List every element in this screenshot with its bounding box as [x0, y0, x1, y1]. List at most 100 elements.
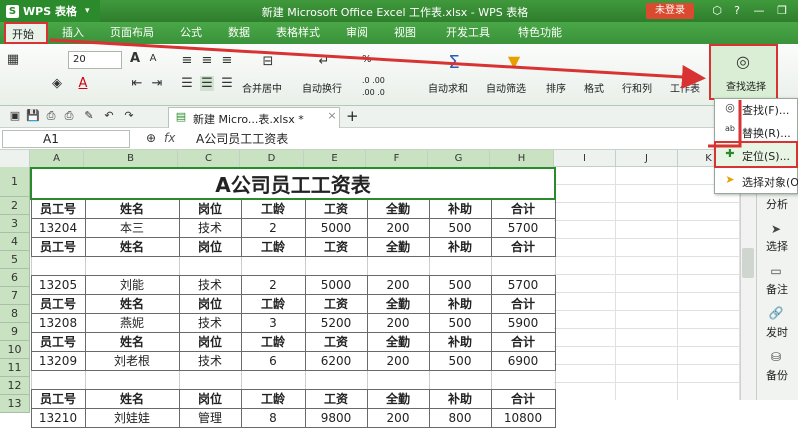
table-cell[interactable]: 工资 — [304, 236, 368, 257]
table-cell[interactable] — [240, 255, 306, 276]
column-header[interactable]: F — [366, 150, 428, 167]
font-shrink-icon[interactable]: A — [146, 53, 160, 64]
table-cell[interactable]: 技术 — [178, 274, 242, 295]
table-cell[interactable]: 补助 — [428, 236, 492, 257]
row-header[interactable]: 11 — [0, 359, 30, 377]
table-cell[interactable]: 800 — [428, 407, 492, 428]
column-header[interactable]: C — [178, 150, 240, 167]
table-cell[interactable] — [490, 369, 556, 390]
table-cell[interactable]: 合计 — [490, 198, 556, 219]
table-cell[interactable]: 13204 — [30, 217, 86, 238]
table-cell[interactable]: 本三 — [84, 217, 180, 238]
table-cell[interactable]: 工龄 — [240, 388, 306, 409]
align-right-icon[interactable]: ☰ — [220, 76, 234, 91]
table-cell[interactable]: 5900 — [490, 312, 556, 333]
column-header[interactable]: G — [428, 150, 490, 167]
table-cell[interactable]: 工龄 — [240, 293, 306, 314]
tab-start[interactable]: 开始 — [4, 22, 48, 44]
row-header[interactable]: 1 — [0, 167, 30, 197]
formula-input[interactable]: A公司员工工资表 — [196, 130, 288, 147]
table-cell[interactable]: 9800 — [304, 407, 368, 428]
table-cell[interactable] — [366, 255, 430, 276]
sort-button[interactable]: 排序 — [546, 80, 566, 95]
table-cell[interactable]: 5200 — [304, 312, 368, 333]
table-cell[interactable]: 姓名 — [84, 331, 180, 352]
wrap-text-button[interactable]: 自动换行 — [302, 80, 342, 95]
table-cell[interactable]: 200 — [366, 217, 430, 238]
align-top-icon[interactable]: ≡ — [180, 53, 194, 68]
side-backup-button[interactable]: 备份 — [758, 367, 796, 383]
table-cell[interactable]: 合计 — [490, 331, 556, 352]
tab-review[interactable]: 审阅 — [340, 22, 374, 44]
table-cell[interactable]: 岗位 — [178, 236, 242, 257]
table-cell[interactable]: 5000 — [304, 274, 368, 295]
table-cell[interactable]: 合计 — [490, 236, 556, 257]
row-header[interactable]: 6 — [0, 269, 30, 287]
table-cell[interactable]: 全勤 — [366, 198, 430, 219]
table-cell[interactable]: 工资 — [304, 293, 368, 314]
decrease-decimal-button[interactable]: .00 .0 — [362, 88, 385, 97]
table-cell[interactable]: 补助 — [428, 331, 492, 352]
table-cell[interactable]: 燕妮 — [84, 312, 180, 333]
table-cell[interactable]: 补助 — [428, 388, 492, 409]
table-cell[interactable] — [84, 369, 180, 390]
column-header[interactable]: H — [490, 150, 554, 167]
redo-icon[interactable]: ↷ — [122, 109, 136, 122]
filter-icon[interactable]: ▼ — [504, 52, 524, 71]
table-cell[interactable] — [240, 369, 306, 390]
table-cell[interactable]: 13208 — [30, 312, 86, 333]
table-cell[interactable]: 姓名 — [84, 236, 180, 257]
align-middle-icon[interactable]: ≡ — [200, 53, 214, 68]
row-header[interactable]: 5 — [0, 251, 30, 269]
table-cell[interactable]: 200 — [366, 274, 430, 295]
login-button[interactable]: 未登录 — [646, 3, 694, 19]
new-tab-button[interactable]: + — [346, 107, 359, 125]
table-cell[interactable]: 13210 — [30, 407, 86, 428]
increase-decimal-button[interactable]: .0 .00 — [362, 76, 385, 85]
table-cell[interactable]: 补助 — [428, 198, 492, 219]
table-cell[interactable]: 工资 — [304, 198, 368, 219]
table-cell[interactable]: 5700 — [490, 217, 556, 238]
minimize-icon[interactable]: — — [752, 3, 766, 19]
table-cell[interactable]: 13205 — [30, 274, 86, 295]
table-cell[interactable]: 全勤 — [366, 236, 430, 257]
table-cell[interactable]: 全勤 — [366, 293, 430, 314]
table-cell[interactable]: 200 — [366, 407, 430, 428]
tab-special[interactable]: 特色功能 — [512, 22, 568, 44]
table-cell[interactable]: 200 — [366, 350, 430, 371]
insert-function-button[interactable]: fx — [164, 131, 175, 145]
empty-cells[interactable] — [554, 167, 740, 400]
table-cell[interactable]: 刘能 — [84, 274, 180, 295]
column-header[interactable]: D — [240, 150, 304, 167]
close-tab-icon[interactable]: × — [326, 109, 338, 122]
table-cell[interactable]: 500 — [428, 274, 492, 295]
table-cell[interactable] — [178, 369, 242, 390]
document-tab[interactable]: 新建 Micro...表.xlsx * — [168, 107, 340, 128]
column-header[interactable]: B — [84, 150, 178, 167]
table-cell[interactable]: 补助 — [428, 293, 492, 314]
table-cell[interactable]: 工资 — [304, 331, 368, 352]
auto-sum-button[interactable]: 自动求和 — [428, 80, 468, 95]
font-color-icon[interactable]: A — [76, 76, 90, 91]
menu-item-locate[interactable]: 定位(S)... — [742, 148, 790, 164]
table-cell[interactable]: 工龄 — [240, 236, 306, 257]
menu-item-select-objects[interactable]: 选择对象(O) — [742, 174, 798, 190]
row-header[interactable]: 8 — [0, 305, 30, 323]
align-bottom-icon[interactable]: ≡ — [220, 53, 234, 68]
print-icon[interactable]: ⎙ — [62, 109, 76, 123]
merge-center-button[interactable]: 合并居中 — [242, 80, 282, 95]
column-header[interactable]: I — [554, 150, 616, 167]
side-analyze-button[interactable]: 分析 — [758, 196, 796, 212]
tab-insert[interactable]: 插入 — [56, 22, 90, 44]
row-header[interactable]: 9 — [0, 323, 30, 341]
table-cell[interactable]: 员工号 — [30, 293, 86, 314]
table-cell[interactable]: 工龄 — [240, 198, 306, 219]
scrollbar-thumb[interactable] — [742, 248, 754, 278]
table-cell[interactable]: 姓名 — [84, 293, 180, 314]
table-cell[interactable]: 管理 — [178, 407, 242, 428]
table-cell[interactable]: 岗位 — [178, 331, 242, 352]
help-icon[interactable]: ? — [730, 3, 744, 19]
wps-app-menu-button[interactable]: S WPS 表格 ▾ — [0, 0, 100, 22]
table-cell[interactable]: 员工号 — [30, 198, 86, 219]
indent-increase-icon[interactable]: ⇥ — [150, 76, 164, 91]
